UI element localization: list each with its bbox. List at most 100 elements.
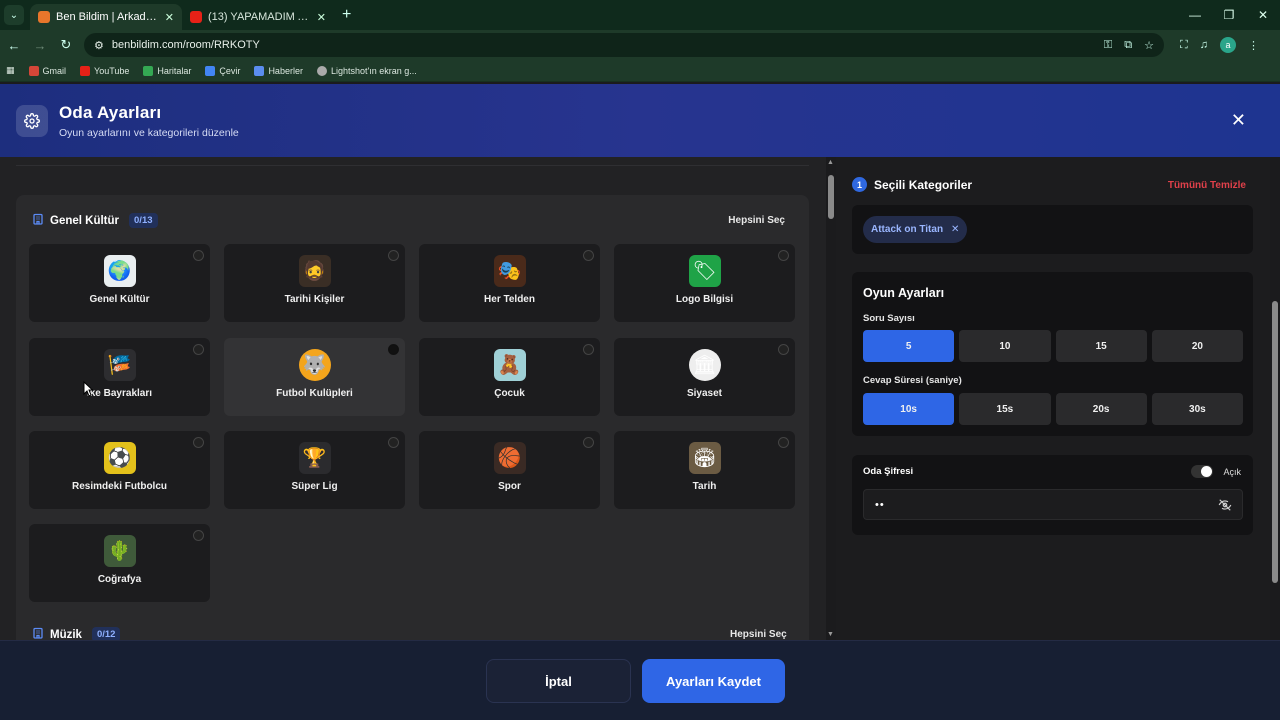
cancel-button[interactable]: İptal <box>486 659 631 703</box>
install-app-icon[interactable]: ⧉ <box>1124 39 1132 52</box>
select-all-button[interactable]: Hepsini Seç <box>728 215 785 226</box>
category-tile-resimdeki-futbolcu[interactable]: ⚽ Resimdeki Futbolcu <box>29 431 210 509</box>
tab-search-icon[interactable]: ⌄ <box>4 5 24 25</box>
answer-time-option[interactable]: 30s <box>1151 393 1243 425</box>
question-count-option[interactable]: 15 <box>1055 330 1147 362</box>
bookmark-translate[interactable]: Çevir <box>205 65 240 76</box>
category-tile-cocuk[interactable]: 🧸 Çocuk <box>419 338 600 416</box>
tile-radio[interactable] <box>583 344 594 355</box>
select-all-button[interactable]: Hepsini Seç <box>730 629 787 640</box>
restore-icon[interactable]: ❐ <box>1212 0 1246 30</box>
category-label: Futbol Kulüpleri <box>276 388 353 399</box>
scroll-up-icon[interactable]: ▲ <box>827 159 834 166</box>
tile-radio[interactable] <box>193 250 204 261</box>
category-tile-her-telden[interactable]: 🎭 Her Telden <box>419 244 600 322</box>
tile-radio[interactable] <box>778 344 789 355</box>
chip-remove-icon[interactable]: ✕ <box>951 224 959 235</box>
bookmark-youtube[interactable]: YouTube <box>80 65 129 76</box>
category-tile-spor[interactable]: 🏀 Spor <box>419 431 600 509</box>
profile-avatar[interactable]: a <box>1219 37 1236 53</box>
category-group-muzik: Müzik 0/12 <box>32 627 121 641</box>
category-group-genel-kultur: Genel Kültür 0/13 Hepsini Seç 🌍 Genel Kü… <box>16 195 809 640</box>
wolf-crest-icon: 🐺 <box>298 349 331 381</box>
media-icon[interactable]: ♫ <box>1200 39 1208 51</box>
category-label: Coğrafya <box>97 574 142 585</box>
mixed-icon: 🎭 <box>493 255 526 287</box>
apps-grid-icon[interactable]: ▦ <box>6 65 15 76</box>
window-close-icon[interactable]: ✕ <box>1246 0 1280 30</box>
mouse-cursor-icon <box>83 381 93 397</box>
answer-time-option[interactable]: 10s <box>863 393 955 425</box>
category-tile-siyaset[interactable]: 🏛 Siyaset <box>614 338 795 416</box>
question-count-label: Soru Sayısı <box>863 313 915 324</box>
clear-all-button[interactable]: Tümünü Temizle <box>1168 180 1246 191</box>
category-tile-tarih[interactable]: 🏟 Tarih <box>614 431 795 509</box>
extensions-icon[interactable]: ⛶ <box>1180 39 1188 52</box>
bookmark-maps[interactable]: Haritalar <box>143 65 191 76</box>
tile-radio[interactable] <box>388 250 399 261</box>
save-settings-button[interactable]: Ayarları Kaydet <box>642 659 785 703</box>
password-toggle[interactable] <box>1191 465 1213 478</box>
tile-radio[interactable] <box>778 250 789 261</box>
eye-off-icon[interactable] <box>1218 498 1232 515</box>
answer-time-option[interactable]: 20s <box>1055 393 1147 425</box>
category-tile-super-lig[interactable]: 🏆 Süper Lig <box>224 431 405 509</box>
tile-radio[interactable] <box>388 437 399 448</box>
tab-close-icon[interactable]: ✕ <box>165 11 174 24</box>
site-info-icon[interactable]: ⚙ <box>94 39 104 52</box>
tile-radio[interactable] <box>193 530 204 541</box>
toggle-knob <box>1201 466 1212 477</box>
scroll-down-icon[interactable]: ▼ <box>827 631 834 638</box>
forward-icon[interactable]: → <box>28 33 52 57</box>
browser-tab-active[interactable]: Ben Bildim | Arkadaşlarınla Onli ✕ <box>30 4 182 30</box>
settings-scrollbar[interactable] <box>1270 157 1280 640</box>
bookmark-lightshot[interactable]: Lightshot'ın ekran g... <box>316 65 417 76</box>
geography-icon: 🌵 <box>103 535 136 567</box>
window-controls: — ❐ ✕ <box>1178 0 1280 30</box>
back-icon[interactable]: ← <box>2 33 26 57</box>
new-tab-icon[interactable]: + <box>342 6 351 24</box>
category-label: Logo Bilgisi <box>675 294 734 305</box>
category-tile-tarihi-kisiler[interactable]: 🧔 Tarihi Kişiler <box>224 244 405 322</box>
scrollbar-thumb[interactable] <box>1272 301 1278 583</box>
bookmark-star-icon[interactable]: ☆ <box>1144 39 1154 52</box>
password-key-icon[interactable]: ⚿ <box>1104 39 1112 52</box>
bookmark-news[interactable]: Haberler <box>254 65 303 76</box>
category-tile-genel-kultur[interactable]: 🌍 Genel Kültür <box>29 244 210 322</box>
password-input[interactable]: •• <box>863 489 1243 520</box>
category-label: lke Bayrakları <box>86 388 153 399</box>
category-tile-futbol-kulupleri[interactable]: 🐺 Futbol Kulüpleri <box>224 338 405 416</box>
minimize-icon[interactable]: — <box>1178 0 1212 30</box>
browser-tab[interactable]: (13) YAPAMADIM AGAI | CODE ✕ <box>182 4 334 30</box>
tab-close-icon[interactable]: ✕ <box>317 11 326 24</box>
question-count-option[interactable]: 20 <box>1151 330 1243 362</box>
category-group-title: Müzik <box>50 628 82 641</box>
browser-tabbar: ⌄ Ben Bildim | Arkadaşlarınla Onli ✕ (13… <box>0 0 1280 30</box>
government-icon: 🏛 <box>688 349 721 381</box>
category-tile-logo-bilgisi[interactable]: 🏷 Logo Bilgisi <box>614 244 795 322</box>
close-modal-icon[interactable]: ✕ <box>1231 110 1246 131</box>
chip-label: Attack on Titan <box>871 224 944 235</box>
footballer-icon: ⚽ <box>103 442 136 474</box>
scrollbar-thumb[interactable] <box>828 175 834 219</box>
sports-icon: 🏀 <box>493 442 526 474</box>
tile-radio[interactable] <box>193 344 204 355</box>
tab-title: Ben Bildim | Arkadaşlarınla Onli <box>56 11 159 23</box>
category-tile-ulke-bayraklari[interactable]: 🎏 lke Bayrakları <box>29 338 210 416</box>
tile-radio[interactable] <box>388 344 399 355</box>
bookmark-gmail[interactable]: Gmail <box>28 65 66 76</box>
category-tile-cografya[interactable]: 🌵 Coğrafya <box>29 524 210 602</box>
question-count-option[interactable]: 10 <box>959 330 1051 362</box>
reload-icon[interactable]: ↻ <box>54 33 78 57</box>
settings-gear-icon <box>16 104 48 137</box>
tile-radio[interactable] <box>193 437 204 448</box>
selected-categories-header: 1 Seçili Kategoriler <box>852 177 972 192</box>
browser-menu-icon[interactable]: ⋮ <box>1248 39 1259 52</box>
address-bar[interactable]: ⚙ benbildim.com/room/RRKOTY ⚿ ⧉ ☆ <box>84 33 1164 57</box>
answer-time-option[interactable]: 15s <box>959 393 1051 425</box>
category-scrollbar[interactable]: ▲ ▼ <box>826 157 836 640</box>
question-count-option[interactable]: 5 <box>863 330 955 362</box>
tile-radio[interactable] <box>583 437 594 448</box>
tile-radio[interactable] <box>583 250 594 261</box>
tile-radio[interactable] <box>778 437 789 448</box>
